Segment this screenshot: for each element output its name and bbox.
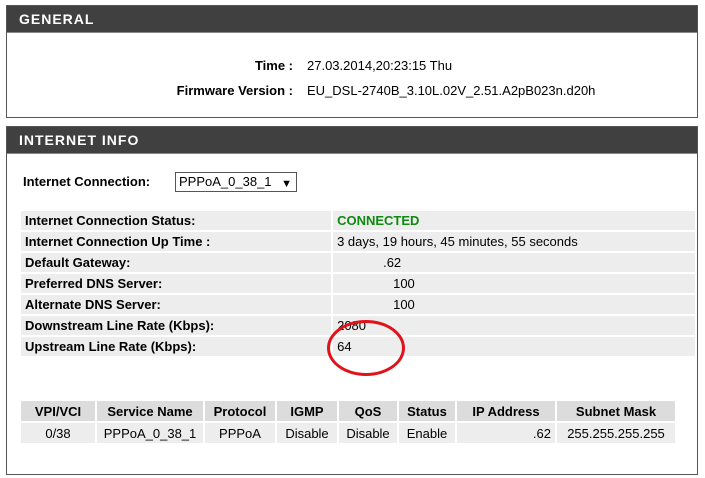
internet-connection-selected: PPPoA_0_38_1 [179, 174, 272, 189]
general-header: GENERAL [7, 6, 697, 33]
vc-cell-protocol: PPPoA [205, 423, 275, 443]
vc-header-status: Status [399, 401, 455, 421]
upstream-rate-label: Upstream Line Rate (Kbps): [21, 337, 332, 356]
time-value: 27.03.2014,20:23:15 Thu [307, 58, 453, 73]
vc-header-protocol: Protocol [205, 401, 275, 421]
vc-cell-igmp: Disable [277, 423, 337, 443]
alternate-dns-label: Alternate DNS Server: [21, 295, 332, 314]
time-label: Time : [254, 58, 293, 73]
vc-cell-subnet: 255.255.255.255 [557, 423, 675, 443]
alternate-dns-value: 100 [333, 295, 695, 314]
preferred-dns-label: Preferred DNS Server: [21, 274, 332, 293]
general-panel: GENERAL Time : 27.03.2014,20:23:15 Thu F… [6, 5, 698, 118]
vc-header-igmp: IGMP [277, 401, 337, 421]
chevron-down-icon: ▼ [281, 178, 292, 190]
vc-header-subnet: Subnet Mask [557, 401, 675, 421]
downstream-rate-label: Downstream Line Rate (Kbps): [21, 316, 332, 335]
status-label: Internet Connection Status: [21, 211, 332, 230]
table-row: Alternate DNS Server: 100 [21, 295, 695, 314]
vc-cell-status: Enable [399, 423, 455, 443]
vc-cell-vpi: 0/38 [21, 423, 95, 443]
vc-header-ip: IP Address [457, 401, 555, 421]
vc-header-service: Service Name [97, 401, 203, 421]
firmware-label: Firmware Version : [176, 83, 293, 98]
gateway-value: .62 [333, 253, 695, 272]
red-circle-annotation [327, 320, 405, 376]
vc-cell-qos: Disable [339, 423, 397, 443]
preferred-dns-value: 100 [333, 274, 695, 293]
internet-info-header: INTERNET INFO [7, 127, 697, 154]
gateway-label: Default Gateway: [21, 253, 332, 272]
table-row: Internet Connection Up Time : 3 days, 19… [21, 232, 695, 251]
status-value: CONNECTED [333, 211, 695, 230]
vc-header-qos: QoS [339, 401, 397, 421]
firmware-value: EU_DSL-2740B_3.10L.02V_2.51.A2pB023n.d20… [307, 83, 596, 98]
uptime-label: Internet Connection Up Time : [21, 232, 332, 251]
vc-header-row: VPI/VCI Service Name Protocol IGMP QoS S… [21, 401, 675, 421]
table-row: 0/38 PPPoA_0_38_1 PPPoA Disable Disable … [21, 423, 675, 443]
vc-table: VPI/VCI Service Name Protocol IGMP QoS S… [19, 399, 677, 445]
uptime-value: 3 days, 19 hours, 45 minutes, 55 seconds [333, 232, 695, 251]
vc-header-vpi: VPI/VCI [21, 401, 95, 421]
table-row: Internet Connection Status: CONNECTED [21, 211, 695, 230]
table-row: Default Gateway: .62 [21, 253, 695, 272]
internet-info-panel: INTERNET INFO Internet Connection: PPPoA… [6, 126, 698, 475]
vc-cell-service: PPPoA_0_38_1 [97, 423, 203, 443]
internet-connection-select[interactable]: PPPoA_0_38_1 ▼ [175, 172, 297, 192]
vc-cell-ip: .62 [457, 423, 555, 443]
internet-connection-label: Internet Connection: [23, 174, 151, 189]
table-row: Preferred DNS Server: 100 [21, 274, 695, 293]
